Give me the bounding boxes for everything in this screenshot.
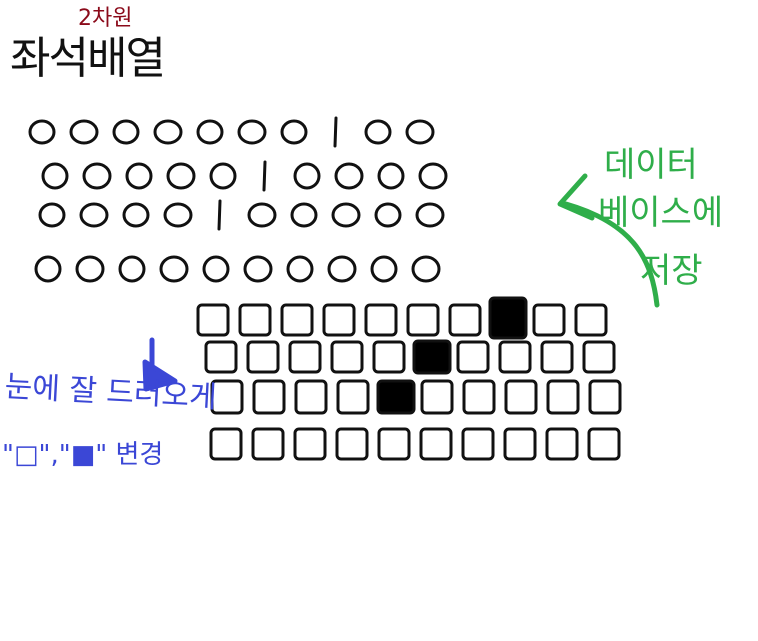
seat-empty-square bbox=[293, 427, 327, 461]
seat-empty-square bbox=[582, 340, 616, 374]
seat-zero-circle bbox=[196, 119, 224, 145]
seat-zero-circle bbox=[415, 202, 445, 228]
seat-empty-square bbox=[364, 303, 398, 337]
seat-zero-circle bbox=[118, 255, 146, 283]
seat-zero-circle bbox=[290, 202, 318, 228]
seat-empty-square bbox=[377, 427, 411, 461]
seat-zero-circle bbox=[28, 119, 56, 145]
seat-empty-square bbox=[196, 303, 230, 337]
seat-empty-square bbox=[546, 379, 580, 415]
seat-empty-square bbox=[336, 379, 370, 415]
seat-zero-circle bbox=[243, 255, 273, 283]
seat-zero-circle bbox=[209, 162, 237, 190]
seat-empty-square bbox=[503, 427, 537, 461]
title-insert-note: 2차원 bbox=[78, 6, 133, 31]
seat-zero-circle bbox=[153, 119, 183, 145]
seat-empty-square bbox=[419, 427, 453, 461]
seat-empty-square bbox=[204, 340, 238, 374]
seat-empty-square bbox=[322, 303, 356, 337]
seat-empty-square bbox=[252, 379, 286, 415]
seat-empty-square bbox=[335, 427, 369, 461]
seat-one-mark bbox=[262, 160, 267, 192]
seat-zero-circle bbox=[334, 162, 364, 190]
seat-zero-circle bbox=[125, 162, 153, 190]
seat-zero-circle bbox=[75, 255, 105, 283]
seat-empty-square bbox=[294, 379, 328, 415]
seat-empty-square bbox=[462, 379, 496, 415]
seat-zero-circle bbox=[286, 255, 314, 283]
seat-zero-circle bbox=[69, 119, 99, 145]
note-left-line2: "□","■" 변경 bbox=[2, 440, 164, 470]
seat-zero-circle bbox=[79, 202, 109, 228]
seat-empty-square bbox=[574, 303, 608, 337]
seat-empty-square bbox=[540, 340, 574, 374]
seat-zero-circle bbox=[166, 162, 196, 190]
seat-zero-circle bbox=[159, 255, 189, 283]
seat-empty-square bbox=[532, 303, 566, 337]
seat-zero-circle bbox=[163, 202, 193, 228]
seat-zero-circle bbox=[418, 162, 448, 190]
seat-zero-circle bbox=[280, 119, 308, 145]
seat-filled-square bbox=[488, 296, 528, 340]
seat-zero-circle bbox=[41, 162, 69, 190]
seat-zero-circle bbox=[374, 202, 402, 228]
seat-zero-circle bbox=[34, 255, 62, 283]
seat-empty-square bbox=[280, 303, 314, 337]
seat-empty-square bbox=[588, 379, 622, 415]
seat-empty-square bbox=[251, 427, 285, 461]
seat-filled-square bbox=[412, 339, 452, 375]
seat-zero-circle bbox=[411, 255, 441, 283]
seat-zero-circle bbox=[327, 255, 357, 283]
seat-zero-circle bbox=[370, 255, 398, 283]
seat-zero-circle bbox=[112, 119, 140, 145]
seat-grid-squares bbox=[196, 296, 622, 461]
seat-zero-circle bbox=[405, 119, 435, 145]
seat-empty-square bbox=[238, 303, 272, 337]
seat-zero-circle bbox=[377, 162, 405, 190]
seat-one-mark bbox=[333, 116, 338, 148]
seat-empty-square bbox=[246, 340, 280, 374]
sketch-canvas bbox=[28, 116, 660, 461]
note-right-line1: 데이터 bbox=[604, 145, 698, 185]
note-right-line2: 베이스에 bbox=[598, 193, 724, 233]
seat-zero-circle bbox=[293, 162, 321, 190]
seat-zero-circle bbox=[38, 202, 66, 228]
seat-empty-square bbox=[448, 303, 482, 337]
seat-zero-circle bbox=[364, 119, 392, 145]
seat-empty-square bbox=[288, 340, 322, 374]
seat-empty-square bbox=[406, 303, 440, 337]
seat-zero-circle bbox=[202, 255, 230, 283]
seat-one-mark bbox=[217, 199, 222, 231]
seat-empty-square bbox=[372, 340, 406, 374]
seat-empty-square bbox=[461, 427, 495, 461]
seat-zero-circle bbox=[247, 202, 277, 228]
seat-zero-circle bbox=[237, 119, 267, 145]
seat-grid-circles bbox=[28, 116, 448, 283]
seat-empty-square bbox=[209, 427, 243, 461]
note-right-line3: 저장 bbox=[640, 251, 703, 291]
seat-empty-square bbox=[587, 427, 621, 461]
seat-empty-square bbox=[545, 427, 579, 461]
seat-empty-square bbox=[420, 379, 454, 415]
seat-empty-square bbox=[504, 379, 538, 415]
seat-empty-square bbox=[498, 340, 532, 374]
seat-empty-square bbox=[456, 340, 490, 374]
seat-zero-circle bbox=[331, 202, 361, 228]
seat-zero-circle bbox=[122, 202, 150, 228]
seat-zero-circle bbox=[82, 162, 112, 190]
seat-empty-square bbox=[330, 340, 364, 374]
seat-filled-square bbox=[376, 379, 416, 415]
